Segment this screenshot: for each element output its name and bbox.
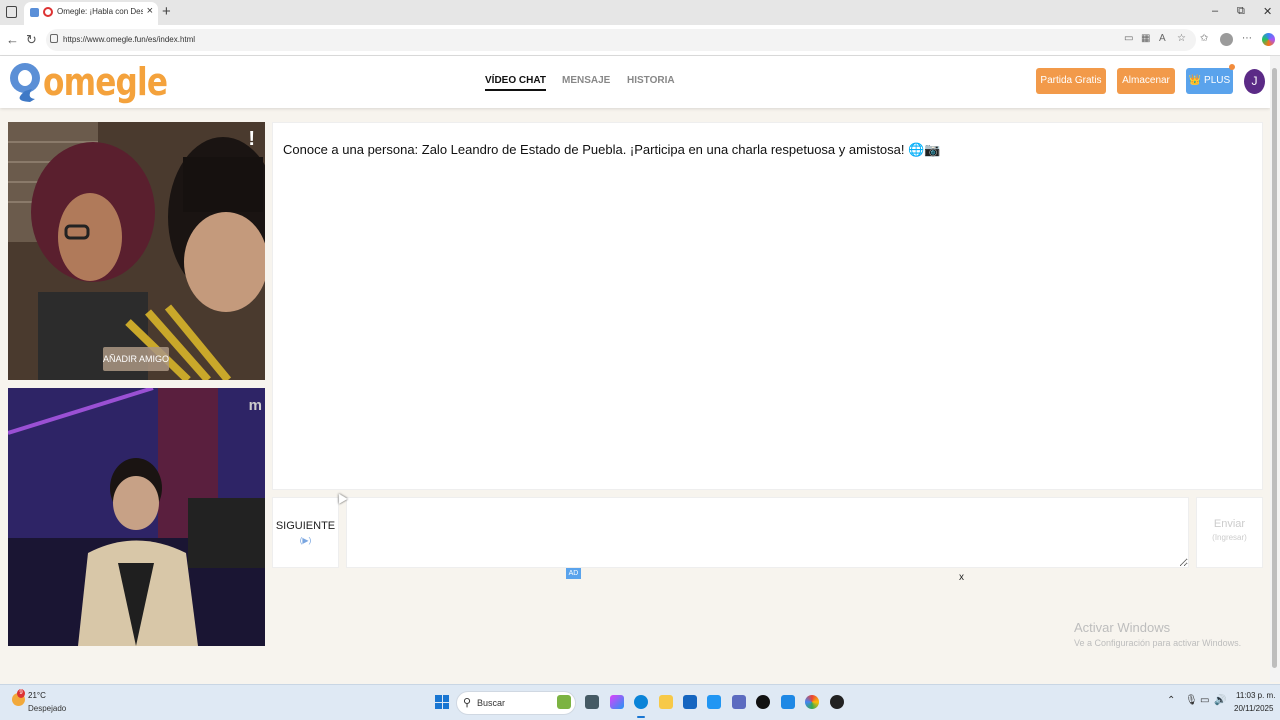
teams-icon[interactable] — [732, 695, 746, 709]
browser-profile-icon[interactable] — [1220, 33, 1233, 46]
vscode-icon[interactable] — [707, 695, 721, 709]
search-highlight-icon[interactable] — [557, 695, 571, 709]
volume-icon[interactable]: 🔊 — [1214, 695, 1226, 706]
nav-history[interactable]: HISTORIA — [627, 75, 675, 86]
store-button[interactable]: Almacenar — [1117, 68, 1175, 94]
windows-start-icon[interactable] — [435, 695, 449, 709]
nav-video-chat[interactable]: VÍDEO CHAT — [485, 75, 546, 91]
report-icon[interactable]: ! — [248, 128, 255, 151]
browser-tab-bar: Omegle: ¡Habla con Desconocidos! × + – ⧉… — [0, 0, 1280, 25]
message-input[interactable] — [346, 497, 1189, 568]
browser-tab[interactable]: Omegle: ¡Habla con Desconocidos! × — [24, 2, 158, 25]
clock-date[interactable]: 20/11/2025 — [1234, 704, 1273, 713]
back-icon[interactable]: ← — [6, 32, 19, 47]
weather-temperature[interactable]: 21°C — [28, 691, 46, 700]
search-label: Buscar — [477, 698, 506, 708]
nav-message[interactable]: MENSAJE — [562, 75, 610, 86]
weather-description[interactable]: Despejado — [28, 704, 66, 713]
favorite-star-icon[interactable]: ☆ — [1177, 33, 1186, 44]
next-button[interactable]: SIGUIENTE (▶) — [272, 497, 339, 568]
address-bar-row: ← ↻ https://www.omegle.fun/es/index.html… — [0, 25, 1280, 56]
windows-taskbar: 9 21°C Despejado ⚲ Buscar ⌃ 🎙 ▭ 🔊 11:03 … — [0, 684, 1280, 720]
task-view-icon[interactable] — [585, 695, 599, 709]
minimize-button[interactable]: – — [1212, 5, 1218, 17]
send-button[interactable]: Enviar (Ingresar) — [1196, 497, 1263, 568]
scrollbar-thumb[interactable] — [1272, 68, 1277, 668]
free-game-button[interactable]: Partida Gratis — [1036, 68, 1106, 94]
refresh-icon[interactable]: ↻ — [26, 32, 37, 48]
clock-time[interactable]: 11:03 p. m. — [1236, 691, 1275, 700]
tab-actions-icon[interactable] — [6, 6, 17, 18]
system-message: Conoce a una persona: Zalo Leandro de Es… — [283, 142, 941, 157]
maximize-button[interactable]: ⧉ — [1237, 5, 1245, 18]
close-window-button[interactable]: ✕ — [1263, 5, 1272, 18]
url-field[interactable]: https://www.omegle.fun/es/index.html — [46, 29, 1196, 51]
chrome-icon[interactable] — [805, 695, 819, 709]
page-scrollbar[interactable] — [1270, 56, 1280, 682]
send-button-hint: (Ingresar) — [1212, 533, 1247, 542]
app-icon[interactable] — [781, 695, 795, 709]
activate-windows-watermark: Activar Windows Ve a Configuración para … — [1074, 620, 1241, 648]
copilot-icon[interactable] — [1262, 33, 1275, 46]
self-video: m — [8, 388, 265, 646]
workspace-icon — [30, 8, 39, 17]
lock-icon — [50, 34, 58, 43]
user-avatar[interactable]: J — [1244, 69, 1265, 94]
omegle-favicon-icon — [43, 7, 53, 17]
stranger-video: ! AÑADIR AMIGO — [8, 122, 265, 380]
logo-bubble-icon[interactable] — [8, 61, 42, 103]
activate-windows-subtitle: Ve a Configuración para activar Windows. — [1074, 638, 1242, 648]
site-header: omegle VÍDEO CHAT MENSAJE HISTORIA Parti… — [0, 56, 1270, 108]
active-app-indicator — [637, 716, 645, 718]
activate-windows-title: Activar Windows — [1074, 620, 1171, 635]
tab-title: Omegle: ¡Habla con Desconocidos! — [57, 7, 143, 16]
weather-badge: 9 — [17, 689, 25, 698]
copilot-app-icon[interactable] — [610, 695, 624, 709]
store-app-icon[interactable] — [683, 695, 697, 709]
immersive-reader-icon[interactable]: ▦ — [1141, 33, 1150, 44]
plus-button[interactable]: 👑 PLUS — [1186, 68, 1233, 94]
ad-badge[interactable]: AD — [566, 568, 581, 579]
tiktok-icon[interactable] — [756, 695, 770, 709]
url-text: https://www.omegle.fun/es/index.html — [63, 35, 196, 44]
logo-text[interactable]: omegle — [43, 60, 168, 104]
watermark-logo: m — [248, 397, 262, 414]
tray-chevron-icon[interactable]: ⌃ — [1167, 695, 1175, 706]
more-menu-icon[interactable]: ⋯ — [1242, 33, 1252, 44]
ad-close-button[interactable]: x — [959, 572, 964, 583]
new-tab-button[interactable]: + — [162, 3, 171, 20]
next-button-label: SIGUIENTE — [275, 520, 336, 532]
edge-icon[interactable] — [634, 695, 648, 709]
notification-dot — [1229, 64, 1235, 70]
self-video-feed — [8, 388, 265, 646]
favorites-icon[interactable]: ✩ — [1200, 33, 1208, 44]
app-available-icon[interactable]: ▭ — [1124, 33, 1133, 44]
stranger-video-feed — [8, 122, 265, 380]
file-explorer-icon[interactable] — [659, 695, 673, 709]
chat-log: Conoce a una persona: Zalo Leandro de Es… — [272, 122, 1263, 490]
recording-app-icon[interactable] — [830, 695, 844, 709]
read-aloud-icon[interactable]: A — [1159, 33, 1166, 44]
tab-close-icon[interactable]: × — [147, 5, 153, 17]
microphone-icon[interactable]: 🎙 — [1185, 695, 1198, 706]
next-button-hint: (▶) — [299, 536, 312, 545]
add-friend-button[interactable]: AÑADIR AMIGO — [103, 347, 169, 371]
send-button-label: Enviar — [1213, 518, 1246, 530]
network-icon[interactable]: ▭ — [1200, 695, 1209, 706]
search-icon: ⚲ — [463, 697, 472, 709]
